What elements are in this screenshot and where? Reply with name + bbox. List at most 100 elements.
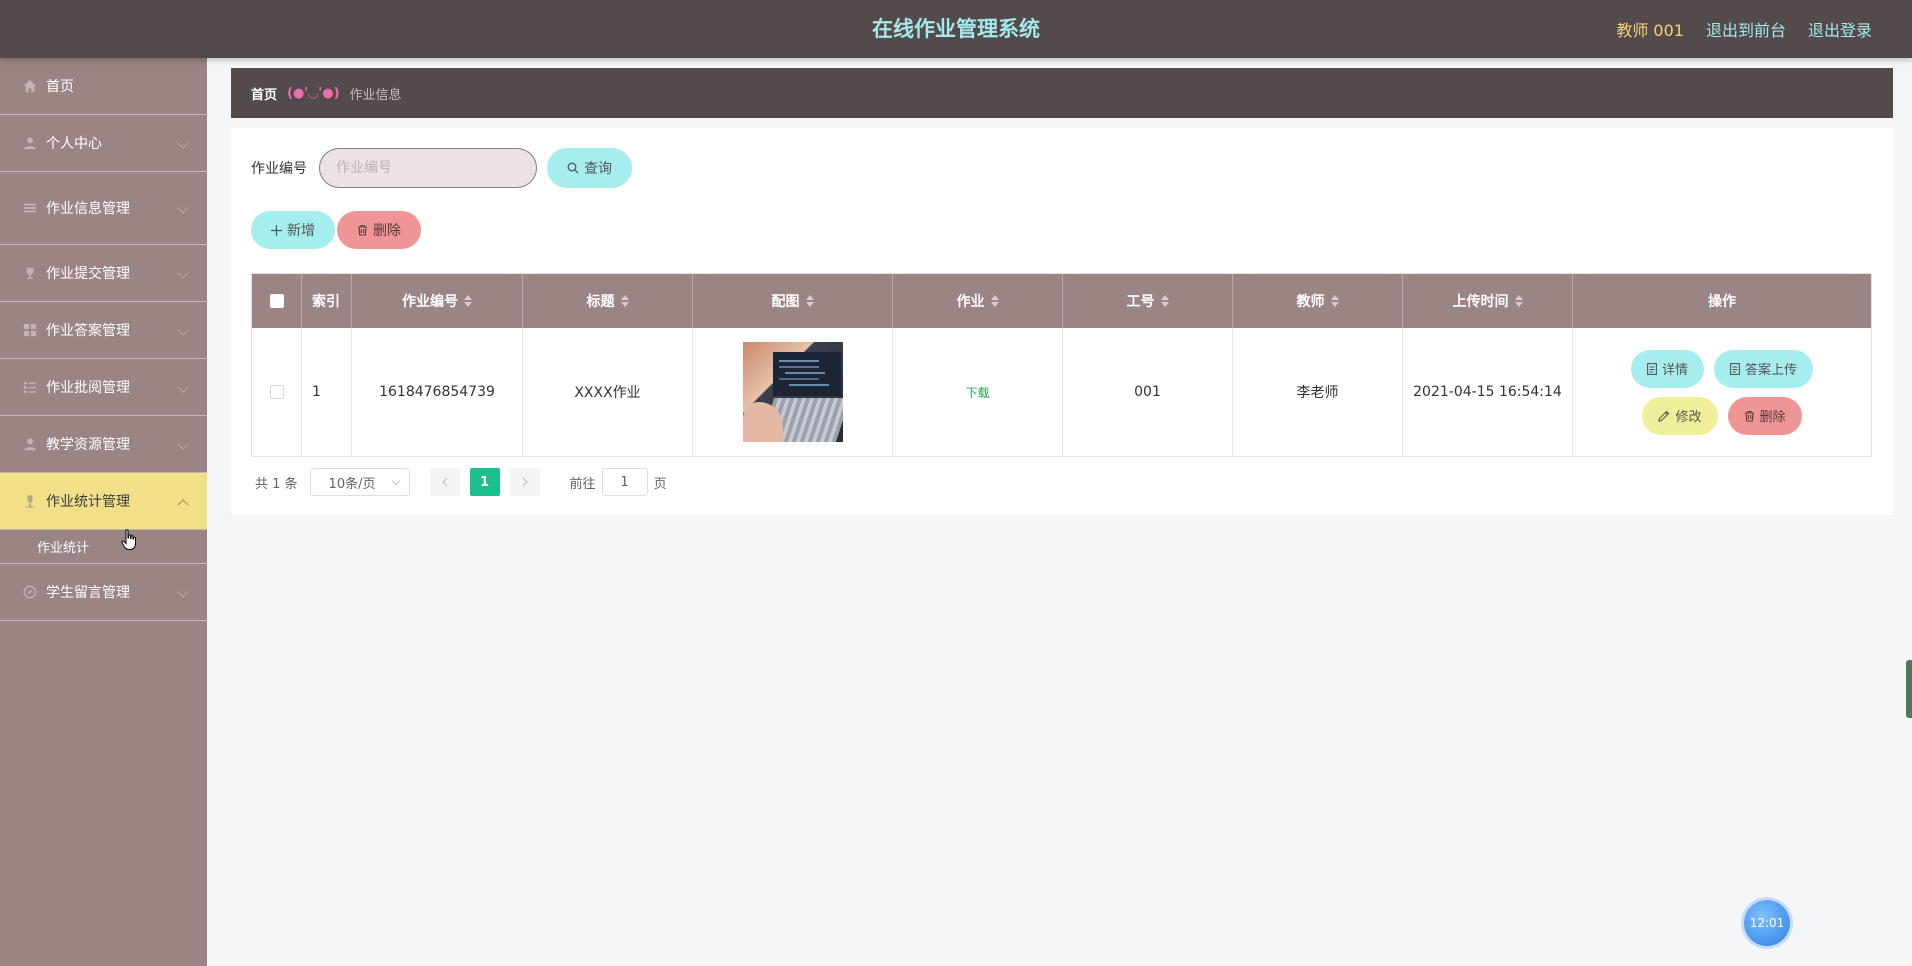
breadcrumb: 首页 (●'◡'●) 作业信息 [231,68,1893,118]
hand-cursor-icon [121,529,136,550]
edit-button-label: 修改 [1675,410,1702,425]
sidebar-item-label: 作业答案管理 [46,323,130,339]
batch-delete-button[interactable]: 删除 [337,211,421,249]
grid-icon [22,322,38,338]
trash-icon [1744,410,1754,422]
user-icon [22,436,38,452]
edge-tab[interactable] [1906,660,1912,718]
pagination: 共 1 条 10条/页 1 前往 页 [251,468,667,496]
breadcrumb-separator: (●'◡'●) [287,85,340,101]
cell-file: 下载 [893,328,1063,456]
sidebar-item-homework-stats[interactable]: 作业统计管理 [0,473,207,530]
cell-code: 1618476854739 [352,328,523,456]
homework-thumbnail[interactable] [742,342,843,442]
sidebar-item-homework-submit[interactable]: 作业提交管理 [0,245,207,302]
sidebar-item-home[interactable]: 首页 [0,58,207,115]
sort-icon [1160,295,1169,307]
table-row: 1 1618476854739 XXXX作业 下载 001 李老师 2021-0… [252,328,1871,456]
col-teacher-label: 教师 [1296,294,1325,310]
sidebar-item-label: 学生留言管理 [46,585,130,601]
col-ops: 操作 [1708,294,1736,310]
col-teacher[interactable]: 教师 [1233,274,1403,328]
document-icon [1730,362,1740,375]
trophy-icon [22,265,38,281]
homework-table: 索引 作业编号 标题 配图 作业 工号 教师 上传时间 操作 1 1618476… [251,273,1872,457]
top-header: 在线作业管理系统 教师 001 退出到前台 退出登录 [0,0,1912,58]
next-page-button[interactable] [509,468,540,496]
user-icon [22,135,38,151]
cell-upload-time: 2021-04-15 16:54:14 [1403,328,1573,456]
floating-clock[interactable]: 12:01 [1744,900,1790,946]
document-icon [1647,362,1657,375]
chevron-down-icon [391,476,400,485]
row-actions-line: 详情 答案上传 [1630,349,1814,388]
search-button[interactable]: 查询 [547,148,632,188]
cell-index: 1 [302,328,352,456]
col-index: 索引 [302,274,352,328]
col-file-label: 作业 [956,294,985,310]
breadcrumb-home[interactable]: 首页 [251,84,277,103]
edit-button[interactable]: 修改 [1642,396,1718,435]
plus-icon [271,224,282,236]
delete-button[interactable]: 删除 [1727,396,1802,435]
row-actions-line: 修改 删除 [1642,396,1802,435]
edit-icon [1658,410,1670,422]
col-upload-time-label: 上传时间 [1452,294,1509,310]
sort-icon [1514,295,1523,307]
sidebar-item-homework-review[interactable]: 作业批阅管理 [0,359,207,416]
home-icon [22,78,38,94]
col-image[interactable]: 配图 [693,274,893,328]
col-staff-no[interactable]: 工号 [1063,274,1233,328]
search-icon [567,162,579,174]
sidebar-item-personal-center[interactable]: 个人中心 [0,115,207,172]
sort-icon [464,295,472,307]
detail-button[interactable]: 详情 [1630,349,1704,388]
col-title[interactable]: 标题 [523,274,693,328]
goto-page-input[interactable] [601,468,648,496]
thumbnail-screen [772,352,841,396]
chevron-down-icon [177,267,189,279]
cell-image [693,328,893,456]
goto-suffix: 页 [653,476,667,492]
sidebar-item-student-messages[interactable]: 学生留言管理 [0,564,207,621]
page-number[interactable]: 1 [469,468,500,496]
prev-page-button[interactable] [429,468,460,496]
col-file[interactable]: 作业 [893,274,1063,328]
exit-to-front-link[interactable]: 退出到前台 [1706,17,1786,41]
cell-title: XXXX作业 [523,328,693,456]
action-buttons: 新增 删除 [251,211,421,249]
menu-icon [22,379,38,395]
download-link[interactable]: 下载 [965,384,989,401]
search-bar: 作业编号 查询 [251,148,632,188]
col-image-label: 配图 [771,294,800,310]
logout-link[interactable]: 退出登录 [1808,17,1872,41]
select-all-checkbox[interactable] [269,294,284,308]
delete-button-label: 删除 [1759,410,1786,425]
submenu-item-homework-stats[interactable]: 作业统计 [0,530,207,564]
col-title-label: 标题 [586,294,615,310]
search-button-label: 查询 [584,161,612,177]
compass-icon [22,584,38,600]
batch-delete-label: 删除 [373,223,401,239]
upload-answer-button[interactable]: 答案上传 [1714,349,1814,388]
row-checkbox[interactable] [269,385,284,399]
sidebar-item-label: 教学资源管理 [46,437,130,453]
sidebar-item-teaching-resources[interactable]: 教学资源管理 [0,416,207,473]
page-size-select[interactable]: 10条/页 [309,468,410,496]
cell-teacher: 李老师 [1233,328,1403,456]
add-button[interactable]: 新增 [251,211,335,249]
chevron-down-icon [177,137,189,149]
sidebar-item-homework-answer[interactable]: 作业答案管理 [0,302,207,359]
sidebar-item-label: 个人中心 [46,136,102,152]
homework-code-input[interactable] [319,148,537,188]
total-count: 共 1 条 [255,476,298,492]
sort-icon [990,295,999,307]
cell-staff-no: 001 [1063,328,1233,456]
sidebar-item-homework-info[interactable]: 作业信息管理 [0,172,207,245]
sidebar-item-label: 作业批阅管理 [46,380,130,396]
list-icon [22,200,38,216]
col-code[interactable]: 作业编号 [352,274,523,328]
col-upload-time[interactable]: 上传时间 [1403,274,1573,328]
chevron-down-icon [177,438,189,450]
breadcrumb-current: 作业信息 [349,87,402,103]
